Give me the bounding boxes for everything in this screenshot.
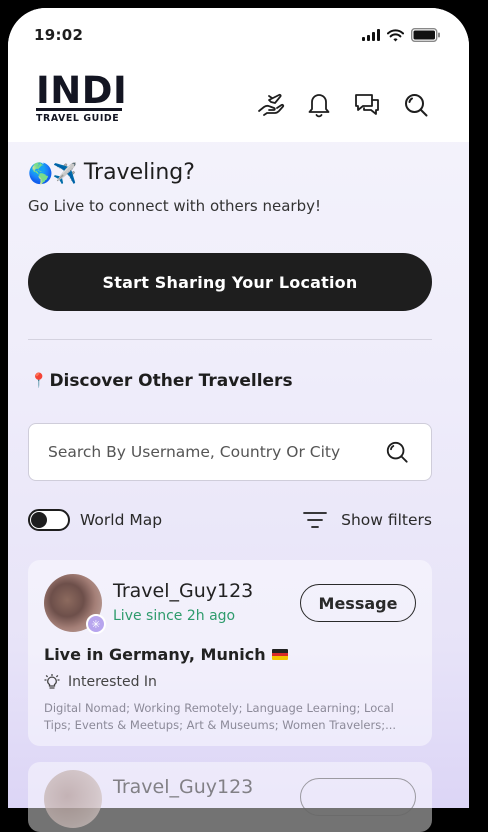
show-filters-label: Show filters — [341, 511, 432, 529]
start-sharing-location-button[interactable]: Start Sharing Your Location — [28, 253, 432, 311]
live-location: Live in Germany, Munich — [44, 645, 288, 664]
pin-icon: 📍 — [30, 373, 48, 389]
logo-subtitle: TRAVEL GUIDE — [36, 113, 120, 124]
live-location-text: Live in Germany, Munich — [44, 645, 266, 664]
map-filter-row: World Map Show filters — [28, 508, 432, 532]
chat-icon[interactable] — [353, 92, 381, 118]
message-button[interactable]: Message — [300, 584, 416, 622]
battery-icon — [411, 28, 440, 42]
toggle-knob — [31, 512, 47, 528]
traveller-card[interactable]: Travel_Guy123 — [28, 762, 432, 832]
status-icons — [362, 28, 441, 42]
hand-plane-icon[interactable] — [257, 92, 285, 118]
interests-list: Digital Nomad; Working Remotely; Languag… — [44, 701, 397, 732]
show-filters-button[interactable]: Show filters — [303, 511, 432, 529]
search-icon[interactable] — [385, 440, 409, 464]
traveller-username[interactable]: Travel_Guy123 — [113, 580, 253, 602]
section-divider — [28, 339, 432, 340]
avatar[interactable]: ✳ — [44, 574, 106, 634]
status-time: 19:02 — [34, 26, 84, 44]
avatar[interactable] — [44, 770, 102, 828]
sparkle-badge-icon: ✳ — [86, 614, 106, 634]
search-box — [28, 423, 432, 481]
world-map-label: World Map — [80, 511, 163, 529]
interested-in-heading: Interested In — [44, 674, 157, 690]
traveling-section: 🌎✈️ Traveling? Go Live to connect with o… — [28, 160, 432, 215]
bell-icon[interactable] — [307, 92, 331, 118]
traveller-username[interactable]: Travel_Guy123 — [113, 776, 253, 798]
search-input[interactable] — [48, 443, 368, 461]
germany-flag-icon — [271, 649, 288, 660]
globe-plane-emoji-icon: 🌎✈️ — [28, 160, 78, 185]
wifi-icon — [387, 28, 404, 41]
message-button[interactable] — [300, 778, 416, 816]
search-icon[interactable] — [403, 92, 429, 118]
world-map-toggle[interactable] — [28, 509, 70, 531]
traveling-heading: 🌎✈️ Traveling? — [28, 160, 432, 185]
app-logo: INDI TRAVEL GUIDE — [36, 69, 128, 124]
traveling-title: Traveling? — [83, 160, 195, 185]
traveling-subtitle: Go Live to connect with others nearby! — [28, 197, 321, 215]
lightbulb-icon — [44, 674, 60, 689]
live-since-status: Live since 2h ago — [113, 608, 236, 624]
filter-icon — [303, 512, 328, 528]
interested-in-label: Interested In — [68, 674, 157, 690]
world-map-toggle-group: World Map — [28, 509, 162, 531]
logo-main-text: INDI — [36, 69, 128, 112]
traveller-card[interactable]: ✳ Travel_Guy123 Live since 2h ago Messag… — [28, 560, 432, 746]
discover-title: Discover Other Travellers — [49, 371, 293, 391]
signal-icon — [362, 29, 380, 41]
header-actions — [257, 92, 429, 118]
discover-heading: 📍 Discover Other Travellers — [30, 371, 293, 391]
